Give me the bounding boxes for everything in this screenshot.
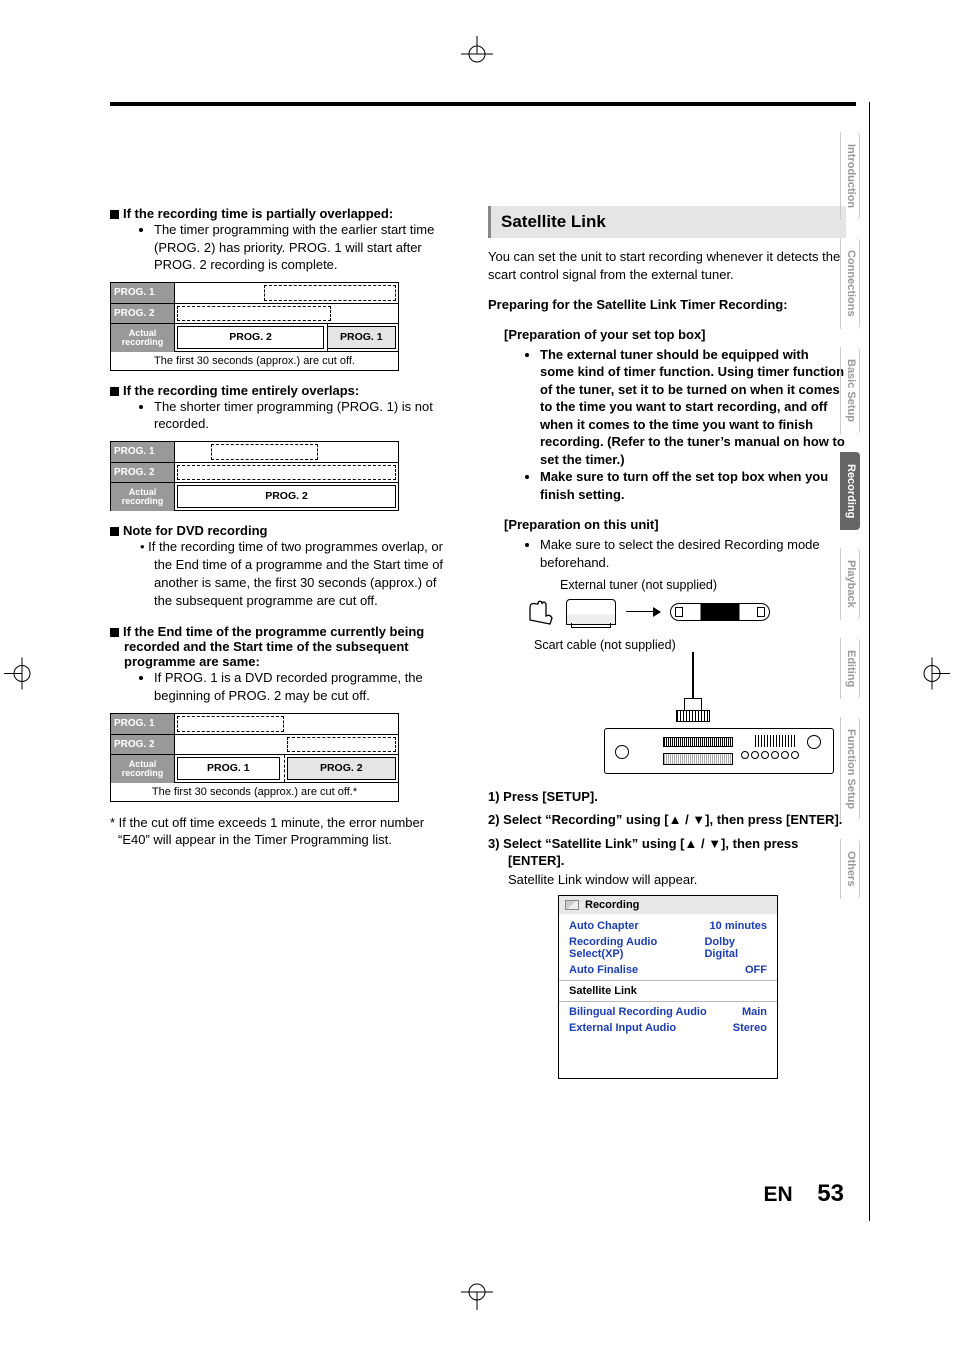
arrow-right-icon [626,611,660,612]
diagram-partial-overlap: PROG. 1 PROG. 2 Actualrecording PROG. 2 … [110,282,399,371]
square-bullet-icon [110,628,119,637]
heading-endtime-same: If the End time of the programme current… [124,624,458,669]
tab-playback[interactable]: Playback [840,548,860,620]
page-content: If the recording time is partially overl… [110,102,856,1079]
crop-mark-bottom [447,1282,507,1315]
menu-row: External Input AudioStereo [559,1020,777,1036]
hand-icon [524,596,556,628]
cartridge-icon [670,603,770,621]
square-bullet-icon [110,527,119,536]
prep-unit-list: Make sure to select the desired Recordin… [540,536,846,571]
diagram-bar: PROG. 2 [177,485,396,508]
footer-lang: EN [763,1183,792,1206]
crop-mark-top [447,36,507,64]
text: The shorter timer programming (PROG. 1) … [154,398,458,433]
square-bullet-icon [110,387,119,396]
bullet-partial-overlap: The timer programming with the earlier s… [154,221,458,274]
crop-mark-right [922,643,950,708]
menu-header: Recording [559,896,777,914]
step-2: 2) Select “Recording” using [▲ / ▼], the… [488,811,846,829]
section-title-satellite-link: Satellite Link [488,206,846,238]
prep-settopbox-head: [Preparation of your set top box] [504,327,846,342]
heading-partial-overlap: If the recording time is partially overl… [124,206,458,221]
prep-settopbox-list: The external tuner should be equipped wi… [540,346,846,504]
diagram-bar: PROG. 1 [327,326,396,349]
menu-row: Auto Chapter10 minutes [559,918,777,934]
tab-recording[interactable]: Recording [840,452,860,530]
crop-mark-left [4,643,32,708]
text: The external tuner should be equipped wi… [540,346,846,469]
menu-header-label: Recording [585,899,639,911]
text: If PROG. 1 is a DVD recorded programme, … [154,669,458,704]
header-rule [110,102,856,106]
tab-connections[interactable]: Connections [840,238,860,329]
tab-function-setup[interactable]: Function Setup [840,717,860,821]
diagram-bar: PROG. 2 [287,757,397,780]
footer-page-number: 53 [817,1180,844,1207]
diagram-row-label: PROG. 1 [111,714,175,734]
page-footer: EN 53 [763,1180,844,1208]
diagram-row-label: PROG. 2 [111,735,175,754]
text: Make sure to select the desired Recordin… [540,536,846,571]
connection-illustration: External tuner (not supplied) Scart cabl… [524,578,846,774]
tab-others[interactable]: Others [840,839,860,898]
scart-plug-icon [672,698,712,722]
cable-line [692,652,694,698]
diagram-row-label: PROG. 1 [111,283,175,303]
diagram-row-label: Actualrecording [111,324,175,352]
left-column: If the recording time is partially overl… [110,206,458,1079]
diagram-row-label: Actualrecording [111,755,175,783]
bullet-full-overlap: The shorter timer programming (PROG. 1) … [154,398,458,433]
diagram-row-label: PROG. 1 [111,442,175,462]
step-3: 3) Select “Satellite Link” using [▲ / ▼]… [488,835,846,870]
note-dvd-text: • If the recording time of two programme… [154,538,458,611]
menu-row: Recording Audio Select(XP)Dolby Digital [559,934,777,962]
text: Make sure to turn off the set top box wh… [540,468,846,503]
menu-row-selected: Satellite Link [559,983,777,999]
text: The timer programming with the earlier s… [154,221,458,274]
side-tabs: Introduction Connections Basic Setup Rec… [840,132,860,899]
right-column: Satellite Link You can set the unit to s… [488,206,846,1079]
menu-row: Auto FinaliseOFF [559,962,777,978]
diagram-full-overlap: PROG. 1 PROG. 2 Actualrecording PROG. 2 [110,441,399,511]
step-1: 1) Press [SETUP]. [488,788,846,806]
diagram-footer: The first 30 seconds (approx.) are cut o… [111,782,398,801]
square-bullet-icon [110,210,119,219]
diagram-bar: PROG. 1 [177,757,280,780]
illus-label-scart: Scart cable (not supplied) [534,638,846,652]
illus-label-tuner: External tuner (not supplied) [560,578,846,592]
steps-list: 1) Press [SETUP]. 2) Select “Recording” … [488,788,846,870]
tab-editing[interactable]: Editing [840,638,860,699]
menu-header-icon [565,900,579,910]
recorder-unit-icon [604,728,834,774]
step-3-sub: Satellite Link window will appear. [508,872,846,887]
diagram-bar: PROG. 2 [177,326,324,349]
diagram-row-label: PROG. 2 [111,463,175,482]
tuner-icon [566,599,616,625]
tab-introduction[interactable]: Introduction [840,132,860,220]
diagram-footer: The first 30 seconds (approx.) are cut o… [111,351,398,370]
heading-note-dvd: Note for DVD recording [124,523,458,538]
footnote-e40: * If the cut off time exceeds 1 minute, … [110,814,458,849]
diagram-row-label: PROG. 2 [111,304,175,323]
intro-text: You can set the unit to start recording … [488,248,846,284]
diagram-row-label: Actualrecording [111,483,175,511]
tab-basic-setup[interactable]: Basic Setup [840,347,860,434]
prep-title: Preparing for the Satellite Link Timer R… [488,296,846,314]
heading-full-overlap: If the recording time entirely overlaps: [124,383,458,398]
prep-unit-head: [Preparation on this unit] [504,517,846,532]
bullet-endtime-same: If PROG. 1 is a DVD recorded programme, … [154,669,458,704]
menu-row: Bilingual Recording AudioMain [559,1004,777,1020]
right-margin-rule [869,102,870,1221]
diagram-endtime-same: PROG. 1 PROG. 2 Actualrecording PROG. 1 … [110,713,399,802]
recording-menu: Recording Auto Chapter10 minutes Recordi… [558,895,778,1079]
